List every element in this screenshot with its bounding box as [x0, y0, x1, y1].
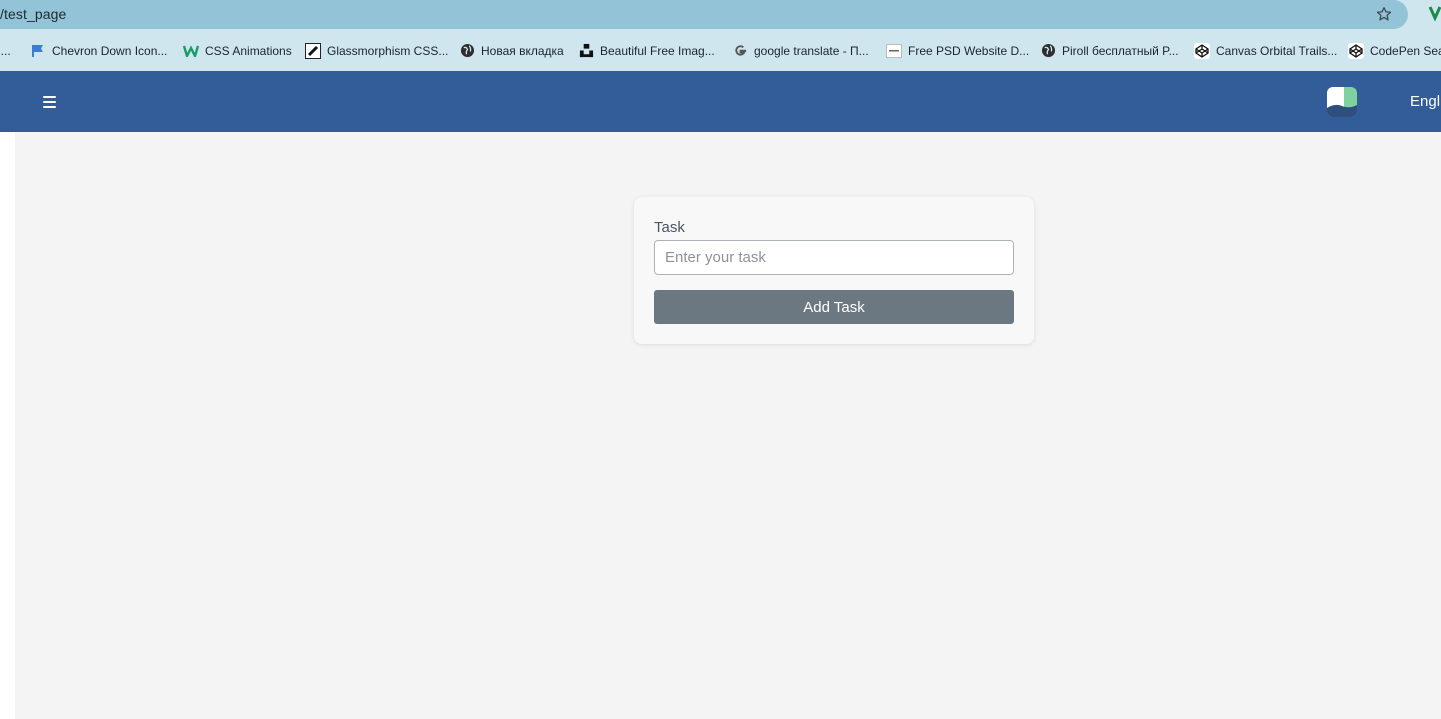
w-logo-icon — [183, 43, 199, 59]
app-header: Engl — [0, 71, 1441, 132]
hamburger-icon — [42, 96, 56, 98]
bookmark-label: n... — [0, 43, 11, 58]
bookmark-item[interactable]: Piroll бесплатный P... — [1040, 42, 1179, 59]
extension-icon[interactable] — [1426, 4, 1441, 22]
bookmark-star-icon[interactable] — [1375, 5, 1393, 23]
omnibox[interactable]: /test_page — [0, 0, 1408, 29]
bookmark-label: Chevron Down Icon... — [52, 43, 168, 58]
main-content: Task Add Task — [15, 132, 1441, 719]
globe-icon — [1040, 43, 1056, 59]
task-label: Task — [654, 219, 685, 236]
bookmark-label: CodePen Sea — [1370, 43, 1441, 58]
bookmark-label: Новая вкладка — [481, 43, 564, 58]
left-gutter — [0, 132, 15, 719]
bookmark-item[interactable]: Glassmorphism CSS... — [305, 42, 448, 59]
bookmark-label: google translate - П... — [754, 43, 869, 58]
hamburger-icon — [42, 101, 56, 103]
codepen-icon — [1194, 42, 1210, 59]
psd-site-icon — [886, 43, 902, 59]
bookmark-label: CSS Animations — [205, 43, 292, 58]
bookmark-label: Canvas Orbital Trails... — [1216, 43, 1338, 58]
bookmarks-bar: n... Chevron Down Icon... CSS Animations… — [0, 29, 1441, 71]
bookmark-label: Free PSD Website D... — [908, 43, 1030, 58]
globe-icon — [459, 43, 475, 59]
bookmark-item[interactable]: CodePen Sea — [1348, 42, 1441, 59]
bookmark-label: Glassmorphism CSS... — [327, 43, 449, 58]
hamburger-menu-button[interactable] — [38, 91, 60, 113]
flag-icon — [30, 43, 46, 59]
bookmark-label: Piroll бесплатный P... — [1062, 43, 1179, 58]
codepen-icon — [1348, 42, 1364, 59]
bookmark-item[interactable]: Free PSD Website D... — [886, 42, 1029, 59]
bookmark-item[interactable]: Canvas Orbital Trails... — [1194, 42, 1337, 59]
browser-address-bar: /test_page — [0, 0, 1441, 29]
google-icon — [732, 43, 748, 59]
task-form-card: Task Add Task — [634, 197, 1034, 344]
bookmark-item[interactable]: Новая вкладка — [459, 42, 564, 59]
url-text[interactable]: /test_page — [0, 6, 66, 22]
add-task-button[interactable]: Add Task — [654, 290, 1014, 324]
language-selector[interactable]: Engl — [1410, 93, 1440, 110]
hamburger-icon — [42, 106, 56, 108]
task-input[interactable] — [654, 240, 1014, 275]
bookmark-item[interactable]: Chevron Down Icon... — [30, 42, 167, 59]
bookmark-item[interactable]: google translate - П... — [732, 42, 869, 59]
unsplash-icon — [578, 43, 594, 59]
bookmark-label: Beautiful Free Imag... — [600, 43, 715, 58]
bookmark-item[interactable]: n... — [0, 42, 11, 59]
app-logo-icon[interactable] — [1327, 87, 1357, 117]
bookmark-item[interactable]: Beautiful Free Imag... — [578, 42, 715, 59]
pen-icon — [305, 42, 321, 59]
bookmark-item[interactable]: CSS Animations — [183, 42, 292, 59]
